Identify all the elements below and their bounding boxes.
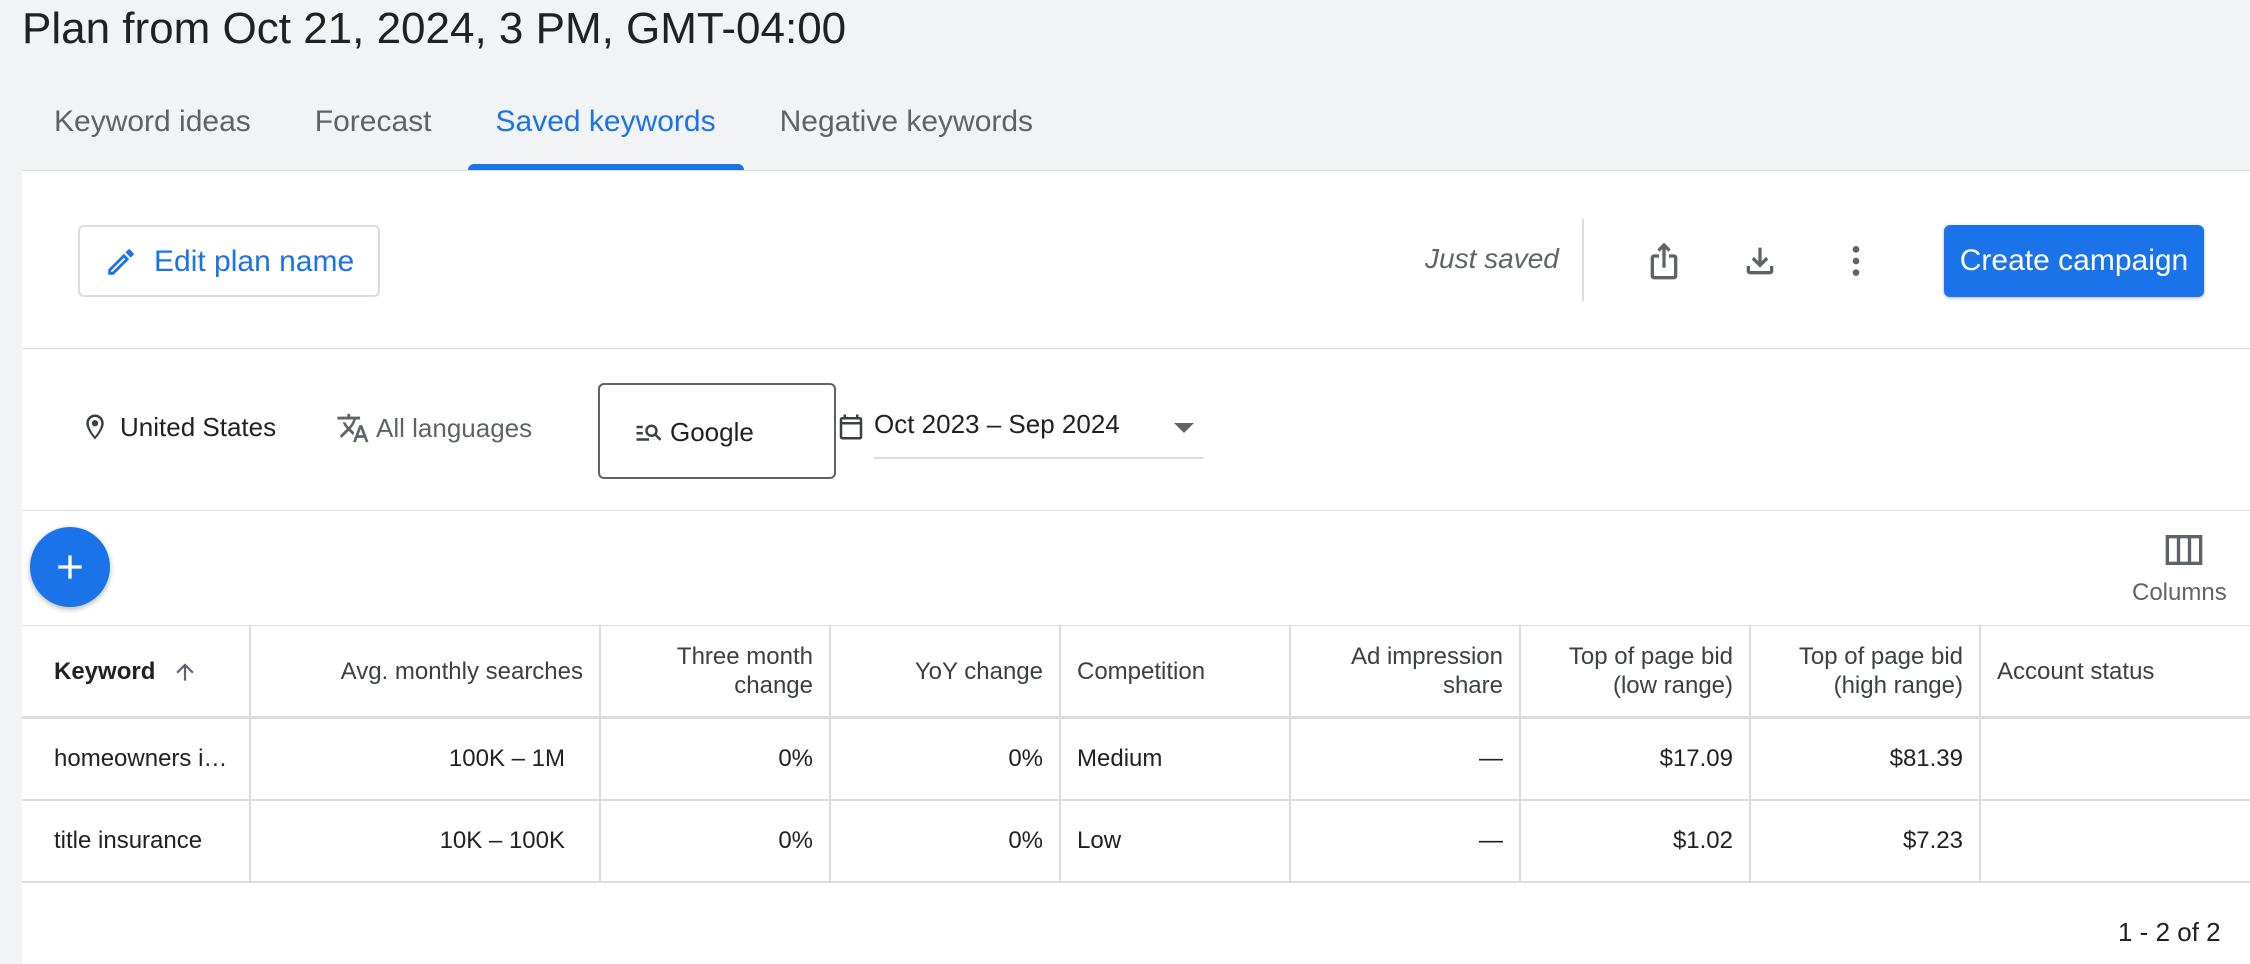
- searches-cell: 100K – 1M: [249, 717, 600, 800]
- keyword-cell[interactable]: homeowners i…: [22, 718, 250, 800]
- more-options-button[interactable]: [1826, 231, 1886, 291]
- edit-plan-name-label: Edit plan name: [154, 245, 355, 278]
- searches-cell: 10K – 100K: [249, 799, 600, 882]
- three-month-cell: 0%: [599, 717, 830, 800]
- column-header-keyword[interactable]: Keyword: [22, 626, 250, 718]
- column-header-three-month-change[interactable]: Three month change: [599, 625, 830, 718]
- columns-button[interactable]: Columns: [2132, 533, 2242, 613]
- impression-share-cell: —: [1289, 717, 1520, 800]
- download-button[interactable]: [1730, 231, 1790, 291]
- plan-toolbar: Edit plan name Just saved Create campaig…: [22, 171, 2250, 349]
- language-filter[interactable]: All languages: [336, 411, 532, 445]
- plus-icon: [58, 555, 82, 579]
- account-status-cell: [1979, 799, 2250, 882]
- account-status-cell: [1979, 717, 2250, 800]
- impression-share-cell: —: [1289, 799, 1520, 882]
- language-label: All languages: [376, 412, 533, 443]
- column-header-account-status[interactable]: Account status: [1979, 625, 2250, 718]
- competition-cell: Low: [1059, 799, 1290, 882]
- tab-bar: Keyword ideas Forecast Saved keywords Ne…: [22, 92, 1065, 170]
- column-header-ad-impression-share[interactable]: Ad impression share: [1289, 625, 1520, 718]
- plan-card: Edit plan name Just saved Create campaig…: [22, 170, 2250, 964]
- columns-icon: [2164, 533, 2204, 567]
- filter-bar: United States All languages Google Oct 2…: [22, 349, 2250, 511]
- dropdown-arrow-icon: [1174, 423, 1194, 433]
- column-header-bid-low[interactable]: Top of page bid (low range): [1519, 625, 1750, 718]
- competition-cell: Medium: [1059, 717, 1290, 800]
- column-header-bid-high[interactable]: Top of page bid (high range): [1749, 625, 1980, 718]
- more-vert-icon: [1852, 246, 1860, 276]
- tab-forecast[interactable]: Forecast: [283, 92, 464, 170]
- bid-high-cell: $7.23: [1749, 799, 1980, 882]
- three-month-cell: 0%: [599, 799, 830, 882]
- page-title: Plan from Oct 21, 2024, 3 PM, GMT-04:00: [22, 4, 847, 53]
- location-filter[interactable]: United States: [80, 411, 276, 443]
- calendar-icon: [836, 411, 866, 443]
- keyword-cell[interactable]: title insurance: [22, 800, 250, 882]
- keywords-table: Keyword Avg. monthly searches Three mont…: [22, 625, 2250, 883]
- tab-keyword-ideas[interactable]: Keyword ideas: [22, 92, 283, 170]
- table-header-row: Keyword Avg. monthly searches Three mont…: [22, 625, 2250, 718]
- network-label: Google: [670, 417, 754, 447]
- date-range-select[interactable]: Oct 2023 – Sep 2024: [874, 399, 1204, 459]
- location-label: United States: [120, 411, 277, 442]
- column-header-label: Keyword: [54, 657, 156, 685]
- translate-icon: [336, 411, 370, 445]
- toolbar-divider: [1582, 219, 1584, 301]
- tab-saved-keywords[interactable]: Saved keywords: [464, 92, 748, 170]
- yoy-cell: 0%: [829, 799, 1060, 882]
- bid-low-cell: $1.02: [1519, 799, 1750, 882]
- table-row[interactable]: homeowners i… 100K – 1M 0% 0% Medium — $…: [22, 717, 2250, 800]
- edit-plan-name-button[interactable]: Edit plan name: [78, 225, 380, 297]
- share-button[interactable]: [1634, 231, 1694, 291]
- location-pin-icon: [80, 411, 110, 443]
- bid-high-cell: $81.39: [1749, 717, 1980, 800]
- download-icon: [1746, 247, 1774, 275]
- pencil-icon: [108, 249, 134, 275]
- column-header-competition[interactable]: Competition: [1059, 625, 1290, 718]
- save-status: Just saved: [1425, 243, 1559, 274]
- pagination-info: 1 - 2 of 2: [2118, 917, 2221, 947]
- manage-search-icon: [634, 417, 664, 447]
- bid-low-cell: $17.09: [1519, 717, 1750, 800]
- column-header-avg-monthly-searches[interactable]: Avg. monthly searches: [249, 625, 600, 718]
- sort-ascending-icon: [176, 663, 194, 681]
- share-icon: [1650, 242, 1678, 280]
- tab-negative-keywords[interactable]: Negative keywords: [748, 92, 1065, 170]
- table-row[interactable]: title insurance 10K – 100K 0% 0% Low — $…: [22, 799, 2250, 882]
- add-keywords-button[interactable]: [30, 527, 110, 607]
- column-header-yoy-change[interactable]: YoY change: [829, 625, 1060, 718]
- date-range-label: Oct 2023 – Sep 2024: [874, 409, 1120, 439]
- yoy-cell: 0%: [829, 717, 1060, 800]
- columns-label: Columns: [2132, 579, 2227, 606]
- create-campaign-button[interactable]: Create campaign: [1944, 225, 2204, 297]
- network-filter[interactable]: Google: [598, 383, 836, 479]
